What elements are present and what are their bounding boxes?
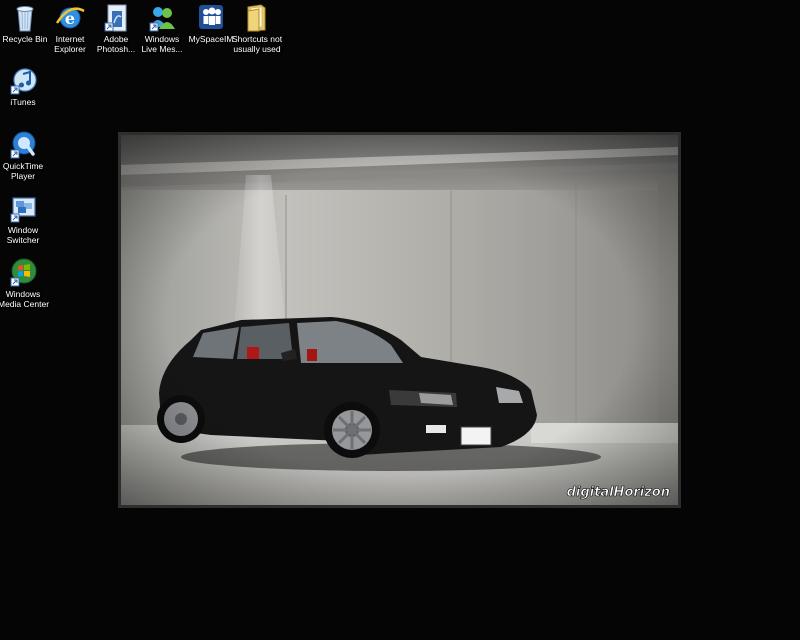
desktop-icon-quicktime[interactable]: QuickTime Player (0, 130, 48, 181)
icon-label: Media Center (0, 298, 50, 309)
icon-label: Explorer (54, 43, 86, 54)
itunes-icon (10, 68, 37, 95)
desktop-icon-windows-live-messenger[interactable]: Windows Live Mes... (137, 3, 187, 54)
icon-label: iTunes (10, 97, 36, 107)
quicktime-icon (10, 131, 36, 159)
desktop-icon-itunes[interactable]: iTunes (0, 66, 48, 108)
icon-label: usually used (233, 43, 281, 54)
adobe-photoshop-icon (104, 4, 127, 32)
icon-label: MySpaceIM (188, 34, 234, 44)
internet-explorer-icon: e (55, 7, 85, 29)
desktop-icon-adobe-photoshop[interactable]: Adobe Photosh... (91, 3, 141, 54)
desktop-icon-windows-media-center[interactable]: Windows Media Center (0, 258, 50, 309)
desktop-icon-shortcuts-folder[interactable]: Shortcuts not usually used (232, 3, 282, 54)
myspaceim-icon (199, 5, 223, 29)
watermark-text: digitalHorizon (567, 485, 670, 500)
icon-label: Live Mes... (141, 43, 183, 54)
folder-icon (247, 4, 266, 32)
window-switcher-icon (10, 197, 36, 223)
icon-label: Switcher (6, 234, 40, 245)
desktop-icon-internet-explorer[interactable]: e Internet Explorer (45, 3, 95, 54)
icon-label: Photosh... (96, 43, 136, 54)
wallpaper-image: digitalHorizon (121, 135, 678, 505)
wallpaper-photo: digitalHorizon (118, 132, 681, 508)
desktop-icon-recycle-bin[interactable]: Recycle Bin (0, 3, 50, 45)
recycle-bin-icon (16, 6, 34, 32)
windows-live-messenger-icon (149, 7, 175, 32)
icon-label: Player (10, 170, 36, 181)
desktop-icon-myspaceim[interactable]: MySpaceIM (186, 3, 236, 45)
desktop-icon-window-switcher[interactable]: Window Switcher (0, 194, 48, 245)
icon-label: Recycle Bin (2, 34, 48, 44)
windows-media-center-icon (10, 258, 37, 287)
